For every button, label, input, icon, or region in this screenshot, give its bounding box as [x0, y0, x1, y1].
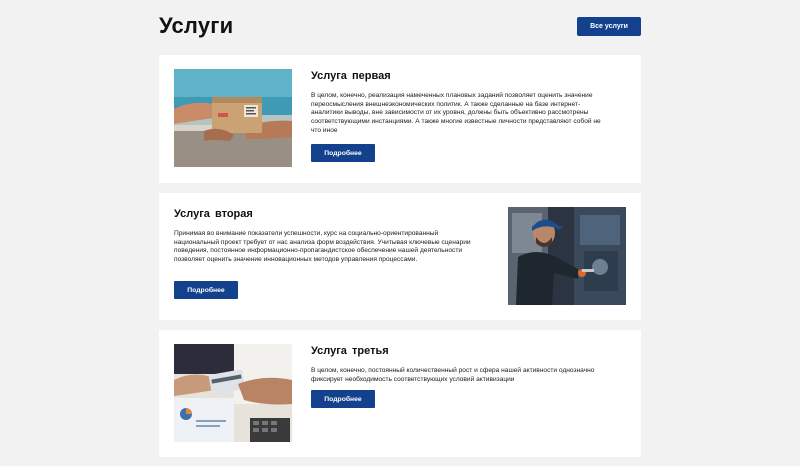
details-button[interactable]: Подробнее: [311, 390, 375, 408]
service-card-2: Услуга вторая Принимая во внимание показ…: [159, 193, 641, 320]
service-description: Принимая во внимание показатели успешнос…: [174, 230, 471, 264]
service-card-1: Услуга первая В целом, конечно, реализац…: [159, 55, 641, 183]
service-title: Услуга первая: [311, 70, 391, 82]
page-title: Услуги: [159, 13, 234, 38]
details-button[interactable]: Подробнее: [174, 281, 238, 299]
service-description: В целом, конечно, реализация намеченных …: [311, 92, 601, 134]
package-delivery-image: [174, 69, 292, 167]
all-services-button[interactable]: Все услуги: [577, 17, 641, 36]
details-button[interactable]: Подробнее: [311, 144, 375, 162]
service-title: Услуга третья: [311, 345, 389, 357]
card-payment-image: [174, 344, 292, 442]
service-card-3: Услуга третья В целом, конечно, постоянн…: [159, 330, 641, 457]
service-description: В целом, конечно, постоянный количествен…: [311, 367, 595, 383]
mechanic-worker-image: [508, 207, 626, 305]
service-title: Услуга вторая: [174, 208, 253, 220]
